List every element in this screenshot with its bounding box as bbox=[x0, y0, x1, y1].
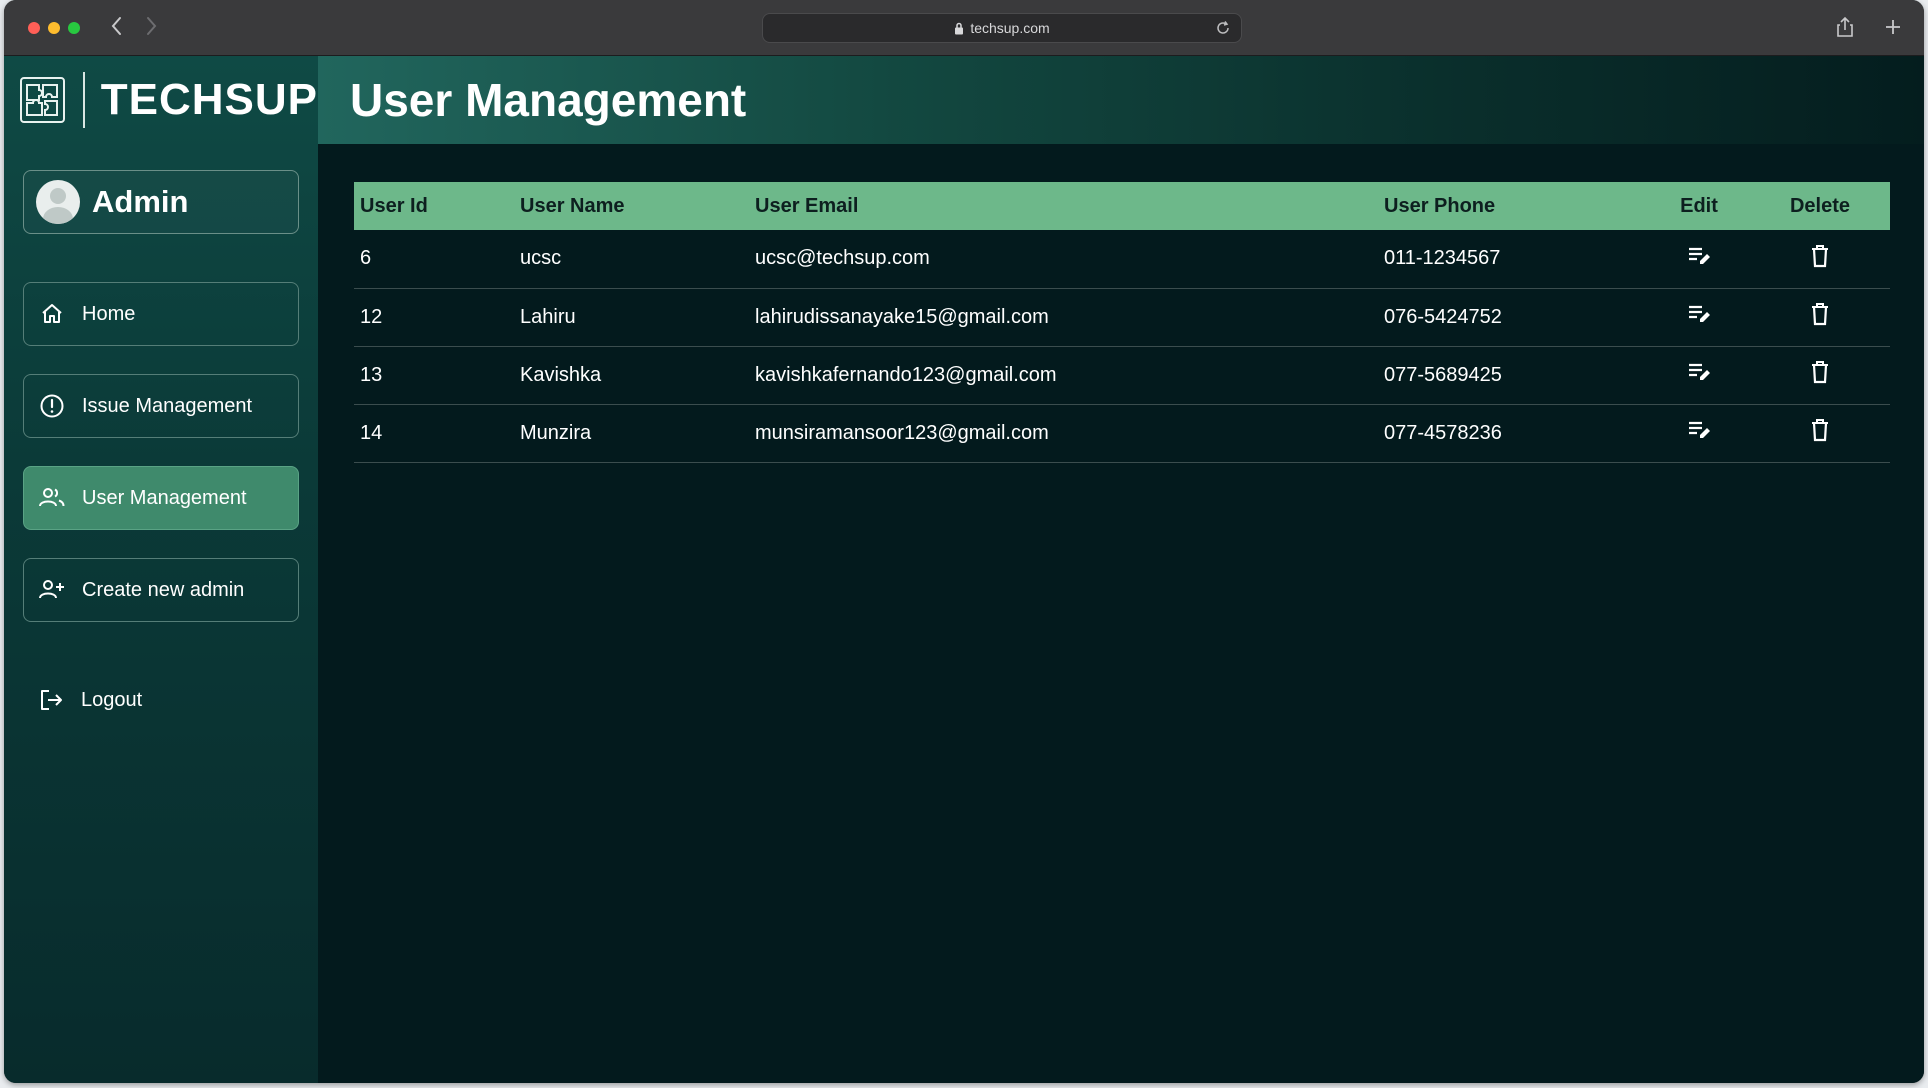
edit-list-icon bbox=[1689, 421, 1710, 438]
browser-window: techsup.com TECHSUP Admin Home Issue Man… bbox=[4, 0, 1924, 1083]
reload-icon[interactable] bbox=[1215, 20, 1231, 36]
sidebar-item-label: Home bbox=[82, 302, 136, 325]
cell-user-id: 12 bbox=[354, 288, 514, 347]
forward-button[interactable] bbox=[144, 14, 158, 38]
table-row: 6 ucsc ucsc@techsup.com 011-1234567 bbox=[354, 230, 1890, 289]
table-header: User Id User Name User Email User Phone … bbox=[354, 182, 1890, 230]
edit-button[interactable] bbox=[1687, 361, 1711, 383]
table-row: 12 Lahiru lahirudissanayake15@gmail.com … bbox=[354, 288, 1890, 347]
column-header-user-email: User Email bbox=[755, 194, 859, 217]
cell-user-name: Munzira bbox=[514, 404, 749, 463]
table-row: 13 Kavishka kavishkafernando123@gmail.co… bbox=[354, 346, 1890, 405]
edit-list-icon bbox=[1689, 247, 1710, 264]
cell-user-email: ucsc@techsup.com bbox=[749, 230, 1378, 289]
cell-delete bbox=[1750, 230, 1890, 289]
cell-user-id: 14 bbox=[354, 404, 514, 463]
sidebar-item-home[interactable]: Home bbox=[23, 282, 299, 346]
cell-edit bbox=[1648, 404, 1750, 463]
table-header-row: User Id User Name User Email User Phone … bbox=[354, 182, 1890, 230]
cell-delete bbox=[1750, 346, 1890, 405]
delete-button[interactable] bbox=[1810, 360, 1830, 384]
brand: TECHSUP bbox=[4, 56, 318, 144]
cell-edit bbox=[1648, 346, 1750, 405]
edit-button[interactable] bbox=[1687, 419, 1711, 441]
cell-user-id: 13 bbox=[354, 346, 514, 405]
admin-profile[interactable]: Admin bbox=[23, 170, 299, 234]
column-header-delete: Delete bbox=[1789, 194, 1851, 217]
cell-user-email: lahirudissanayake15@gmail.com bbox=[749, 288, 1378, 347]
column-header-user-phone: User Phone bbox=[1384, 194, 1496, 217]
user-plus-icon bbox=[38, 576, 66, 604]
avatar bbox=[36, 180, 80, 224]
table-body: 6 ucsc ucsc@techsup.com 011-1234567 12 L… bbox=[354, 230, 1890, 463]
browser-toolbar: techsup.com bbox=[4, 0, 1924, 56]
home-icon bbox=[38, 300, 66, 328]
cell-user-email: kavishkafernando123@gmail.com bbox=[749, 346, 1378, 405]
puzzle-icon bbox=[20, 77, 65, 123]
trash-icon bbox=[1812, 303, 1828, 326]
close-window-button[interactable] bbox=[28, 22, 40, 34]
users-table: User Id User Name User Email User Phone … bbox=[354, 182, 1890, 463]
main-content: User Management User Id User Name User E… bbox=[318, 56, 1924, 1083]
column-header-user-id: User Id bbox=[360, 194, 428, 217]
delete-button[interactable] bbox=[1810, 418, 1830, 442]
alert-circle-icon bbox=[38, 392, 66, 420]
sidebar-item-label: Logout bbox=[81, 688, 143, 711]
history-nav bbox=[110, 14, 158, 38]
cell-user-phone: 076-5424752 bbox=[1378, 288, 1648, 347]
delete-button[interactable] bbox=[1810, 302, 1830, 326]
share-icon[interactable] bbox=[1836, 16, 1854, 38]
brand-divider bbox=[82, 72, 85, 128]
address-bar[interactable]: techsup.com bbox=[762, 13, 1242, 43]
chevron-left-icon bbox=[111, 17, 121, 35]
new-tab-icon[interactable] bbox=[1884, 16, 1902, 38]
cell-user-phone: 077-4578236 bbox=[1378, 404, 1648, 463]
cell-user-name: ucsc bbox=[514, 230, 749, 289]
column-header-edit: Edit bbox=[1680, 194, 1718, 217]
page-header: User Management bbox=[318, 56, 1924, 144]
cell-delete bbox=[1750, 288, 1890, 347]
browser-actions bbox=[1836, 16, 1902, 38]
back-button[interactable] bbox=[110, 14, 124, 38]
sidebar-item-label: Create new admin bbox=[82, 578, 245, 601]
sidebar-item-create-new-admin[interactable]: Create new admin bbox=[23, 558, 299, 622]
edit-button[interactable] bbox=[1687, 245, 1711, 267]
chevron-right-icon bbox=[147, 17, 157, 35]
admin-name: Admin bbox=[92, 184, 189, 219]
minimize-window-button[interactable] bbox=[48, 22, 60, 34]
cell-user-phone: 077-5689425 bbox=[1378, 346, 1648, 405]
app-root: TECHSUP Admin Home Issue Management User… bbox=[4, 56, 1924, 1083]
cell-user-name: Lahiru bbox=[514, 288, 749, 347]
sidebar-item-user-management[interactable]: User Management bbox=[23, 466, 299, 530]
column-header-user-name: User Name bbox=[520, 194, 625, 217]
trash-icon bbox=[1812, 361, 1828, 384]
edit-list-icon bbox=[1689, 305, 1710, 322]
brand-name: TECHSUP bbox=[100, 75, 318, 124]
trash-icon bbox=[1812, 244, 1828, 267]
logout-icon bbox=[37, 686, 65, 714]
cell-user-id: 6 bbox=[354, 230, 514, 289]
delete-button[interactable] bbox=[1810, 244, 1830, 268]
page-title: User Management bbox=[350, 74, 747, 126]
cell-user-phone: 011-1234567 bbox=[1378, 230, 1648, 289]
cell-user-email: munsiramansoor123@gmail.com bbox=[749, 404, 1378, 463]
edit-button[interactable] bbox=[1687, 303, 1711, 325]
sidebar-item-issue-management[interactable]: Issue Management bbox=[23, 374, 299, 438]
users-icon bbox=[38, 484, 66, 512]
maximize-window-button[interactable] bbox=[68, 22, 80, 34]
sidebar: TECHSUP Admin Home Issue Management User… bbox=[4, 56, 318, 1083]
sidebar-item-label: Issue Management bbox=[82, 394, 253, 417]
lock-icon bbox=[955, 22, 964, 34]
sidebar-item-label: User Management bbox=[82, 486, 247, 509]
cell-edit bbox=[1648, 288, 1750, 347]
table-row: 14 Munzira munsiramansoor123@gmail.com 0… bbox=[354, 404, 1890, 463]
window-controls bbox=[28, 22, 80, 34]
sidebar-item-logout[interactable]: Logout bbox=[23, 668, 299, 732]
edit-list-icon bbox=[1689, 363, 1710, 380]
cell-user-name: Kavishka bbox=[514, 346, 749, 405]
trash-icon bbox=[1812, 419, 1828, 442]
url-text: techsup.com bbox=[970, 20, 1050, 36]
cell-edit bbox=[1648, 230, 1750, 289]
cell-delete bbox=[1750, 404, 1890, 463]
